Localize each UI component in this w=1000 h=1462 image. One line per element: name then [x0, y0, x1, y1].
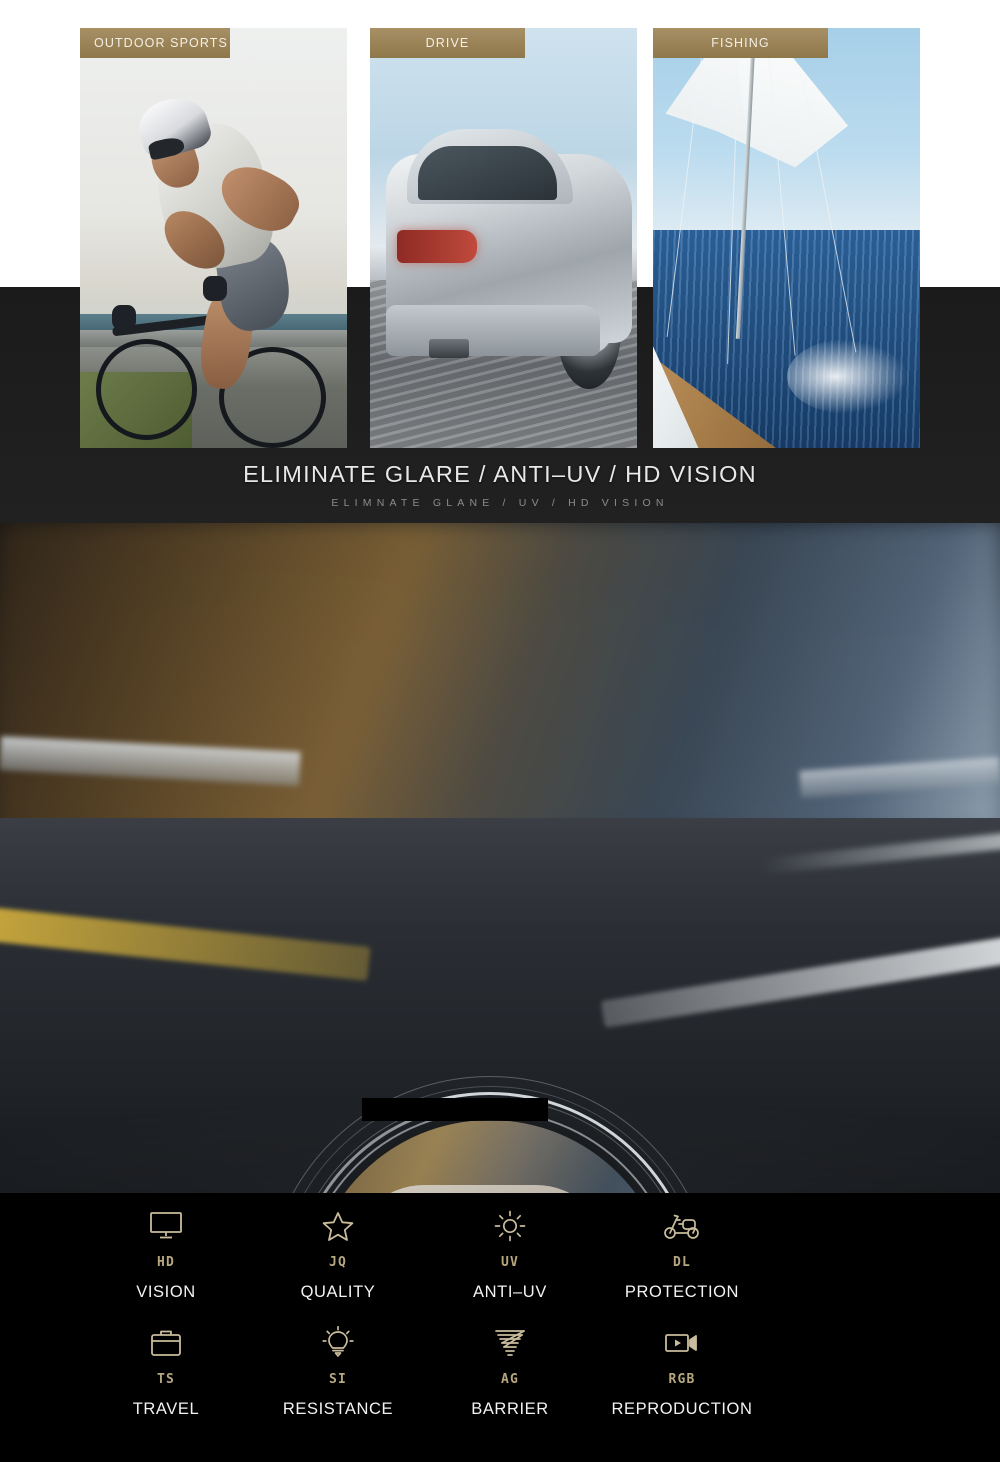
- feature-item-quality[interactable]: JQ QUALITY: [252, 1205, 424, 1302]
- headline-block: ELIMINATE GLARE / ANTI–UV / HD VISION EL…: [0, 461, 1000, 509]
- scenario-tab-label: OUTDOOR SPORTS: [80, 28, 230, 58]
- monitor-icon: [80, 1205, 252, 1247]
- scenario-panels-section: OUTDOOR SPORTS DRIVE FISHING ELIMINATE G…: [0, 0, 1000, 523]
- feature-item-anti-uv[interactable]: UV ANTI–UV: [424, 1205, 596, 1302]
- hero-section: 9 Turbo C: [0, 523, 1000, 1193]
- feature-row-1: HD VISION JQ QUALITY UV ANTI–UV DL PROTE…: [0, 1193, 1000, 1302]
- scenario-panel-fishing[interactable]: FISHING: [653, 28, 920, 448]
- feature-icons-section: HD VISION JQ QUALITY UV ANTI–UV DL PROTE…: [0, 1193, 1000, 1462]
- feature-label: QUALITY: [300, 1283, 376, 1301]
- scenario-tab-label: DRIVE: [370, 28, 525, 58]
- lightbulb-icon: [252, 1322, 424, 1364]
- product-marketing-page: OUTDOOR SPORTS DRIVE FISHING ELIMINATE G…: [0, 0, 1000, 1462]
- sports-car-illustration: [370, 28, 637, 448]
- star-icon: [252, 1205, 424, 1247]
- scenario-tab-label: FISHING: [653, 28, 828, 58]
- feature-code: RGB: [668, 1372, 696, 1387]
- lens-overlay-graphic: 9 Turbo C: [207, 1018, 773, 1193]
- feature-label: PROTECTION: [624, 1283, 740, 1301]
- page-headline: ELIMINATE GLARE / ANTI–UV / HD VISION: [243, 461, 757, 487]
- feature-label: BARRIER: [471, 1400, 549, 1418]
- page-subheadline: ELIMNATE GLANE / UV / HD VISION: [331, 497, 669, 509]
- feature-item-travel[interactable]: TS TRAVEL: [80, 1322, 252, 1419]
- scenario-panel-outdoor-sports[interactable]: OUTDOOR SPORTS: [80, 28, 347, 448]
- video-camera-icon: [596, 1322, 768, 1364]
- caption-redaction-bar: [362, 1098, 548, 1121]
- wind-icon: [424, 1322, 596, 1364]
- feature-label: RESISTANCE: [282, 1400, 394, 1418]
- feature-item-resistance[interactable]: SI RESISTANCE: [252, 1322, 424, 1419]
- feature-item-protection[interactable]: DL PROTECTION: [596, 1205, 768, 1302]
- feature-code: SI: [328, 1372, 348, 1387]
- feature-item-vision[interactable]: HD VISION: [80, 1205, 252, 1302]
- scenario-panel-drive[interactable]: DRIVE: [370, 28, 637, 448]
- sun-icon: [424, 1205, 596, 1247]
- feature-label: REPRODUCTION: [611, 1400, 753, 1418]
- feature-code: JQ: [328, 1255, 348, 1270]
- feature-item-barrier[interactable]: AG BARRIER: [424, 1322, 596, 1419]
- feature-code: DL: [672, 1255, 692, 1270]
- feature-label: TRAVEL: [132, 1400, 200, 1418]
- feature-row-2: TS TRAVEL SI RESISTANCE AG BARRIER RGB R…: [0, 1302, 1000, 1419]
- cyclist-illustration: [80, 28, 347, 448]
- briefcase-icon: [80, 1322, 252, 1364]
- feature-code: TS: [156, 1372, 176, 1387]
- scooter-icon: [596, 1205, 768, 1247]
- feature-code: AG: [500, 1372, 520, 1387]
- feature-label: ANTI–UV: [473, 1283, 547, 1301]
- feature-label: VISION: [136, 1283, 196, 1301]
- feature-code: UV: [500, 1255, 520, 1270]
- feature-item-reproduction[interactable]: RGB REPRODUCTION: [596, 1322, 768, 1419]
- sailing-yacht-illustration: [653, 28, 920, 448]
- feature-code: HD: [156, 1255, 176, 1270]
